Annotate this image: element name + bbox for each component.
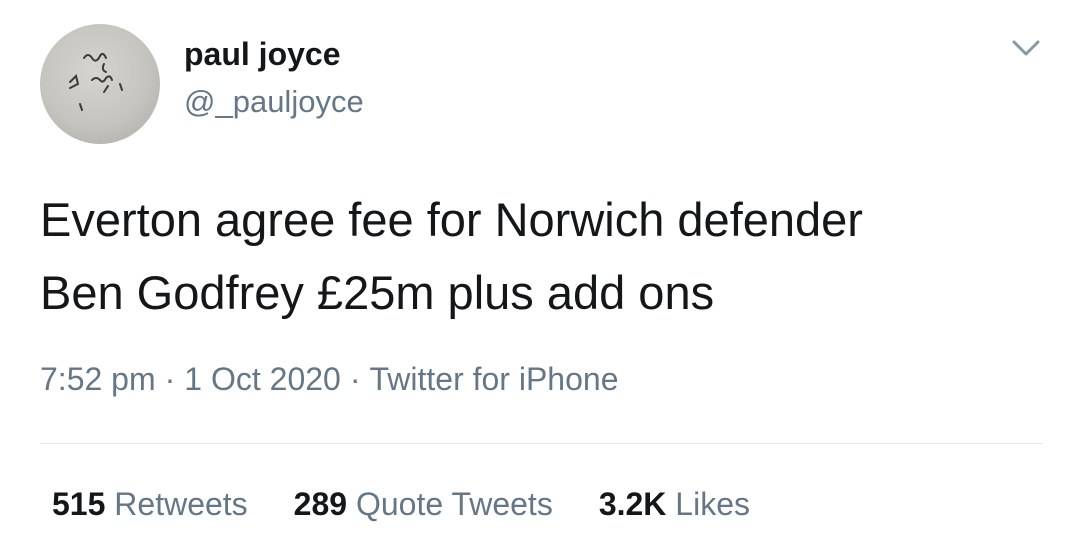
chevron-down-icon[interactable]	[1008, 36, 1044, 60]
likes-stat[interactable]: 3.2K Likes	[599, 486, 750, 523]
meta-separator: ·	[164, 361, 176, 397]
divider	[40, 443, 1042, 444]
tweet-meta: 7:52 pm · 1 Oct 2020 · Twitter for iPhone	[40, 361, 618, 398]
tweet-time[interactable]: 7:52 pm	[40, 361, 156, 397]
likes-count: 3.2K	[598, 486, 667, 522]
tweet-source[interactable]: Twitter for iPhone	[369, 361, 618, 397]
meta-separator: ·	[349, 361, 361, 397]
tweet-date[interactable]: 1 Oct 2020	[184, 361, 341, 397]
tweet-card: paul joyce @_pauljoyce Everton agree fee…	[0, 0, 1080, 550]
quote-tweets-stat[interactable]: 289 Quote Tweets	[294, 486, 553, 523]
tweet-text: Everton agree fee for Norwich defender B…	[40, 193, 863, 319]
display-name[interactable]: paul joyce	[184, 36, 341, 73]
user-handle[interactable]: @_pauljoyce	[184, 84, 364, 120]
avatar[interactable]	[40, 24, 160, 144]
retweets-count: 515	[52, 486, 106, 522]
handwritten-note-avatar-icon	[69, 52, 123, 111]
retweets-stat[interactable]: 515 Retweets	[52, 486, 248, 523]
retweets-label: Retweets	[114, 486, 248, 522]
quote-tweets-count: 289	[293, 486, 348, 522]
likes-label: Likes	[675, 486, 750, 522]
tweet-stats: 515 Retweets 289 Quote Tweets 3.2K Likes	[52, 486, 750, 523]
quote-tweets-label: Quote Tweets	[355, 486, 553, 522]
